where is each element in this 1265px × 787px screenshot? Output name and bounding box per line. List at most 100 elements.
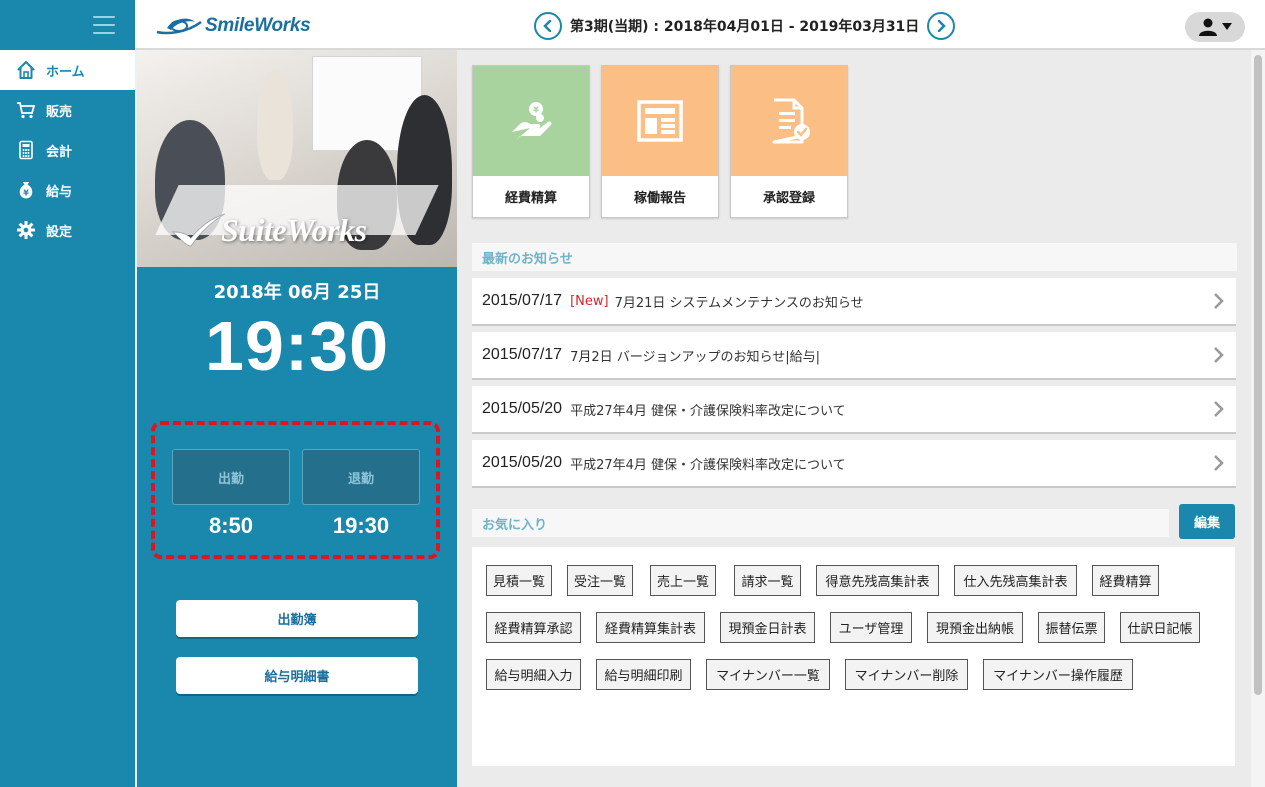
sidebar-item-label: ホーム — [46, 64, 85, 80]
sidebar-item-settings[interactable]: 設定 — [0, 210, 135, 250]
news-date: 2015/07/17 — [482, 292, 563, 309]
favorite-link[interactable]: 経費精算集計表 — [596, 612, 705, 643]
clock-in-button[interactable]: 出勤 — [172, 449, 290, 505]
next-period-button[interactable] — [927, 12, 956, 40]
attendance-panel: SuiteWorks 2018年 06月 25日 19:30 出勤 退勤 8:5… — [137, 50, 457, 787]
chevron-left-icon — [543, 20, 552, 32]
favorite-link[interactable]: 仕入先残高集計表 — [954, 565, 1077, 596]
news-date: 2015/05/20 — [482, 454, 563, 471]
brand-text: SuiteWorks — [221, 211, 367, 248]
svg-text:¥: ¥ — [23, 189, 29, 198]
tile-icon-area — [731, 66, 847, 176]
office-photo: SuiteWorks — [137, 50, 457, 267]
person-shape — [257, 70, 293, 180]
new-badge: [New] — [570, 293, 609, 309]
cart-icon — [15, 99, 37, 121]
favorite-link[interactable]: マイナンバー操作履歴 — [983, 659, 1133, 690]
chevron-right-icon — [938, 20, 947, 32]
tile-label: 稼働報告 — [633, 191, 686, 206]
favorite-link[interactable]: 請求一覧 — [734, 565, 801, 596]
current-time: 19:30 — [204, 307, 390, 385]
current-date: 2018年 06月 25日 — [213, 282, 381, 303]
tile-approval-registration[interactable]: 承認登録 — [730, 65, 848, 218]
hand-coin-icon: ¥ — [512, 102, 552, 140]
home-icon — [15, 59, 37, 81]
document-check-icon — [772, 98, 810, 144]
chevron-right-icon — [1214, 293, 1224, 309]
svg-text:¥: ¥ — [533, 106, 539, 115]
sidebar-item-label: 会計 — [46, 144, 73, 160]
favorites-heading: お気に入り — [472, 509, 1169, 537]
news-title: 7月21日 システムメンテナンスのお知らせ — [614, 295, 864, 311]
sidebar-item-home[interactable]: ホーム — [0, 50, 135, 90]
suiteworks-brand: SuiteWorks — [169, 210, 367, 250]
app-logo[interactable]: SmileWorks — [155, 12, 311, 40]
sidebar-item-payroll[interactable]: ¥ 給与 — [0, 170, 135, 210]
logo-text: SmileWorks — [205, 15, 311, 36]
clock-out-time: 19:30 — [332, 513, 390, 538]
scrollbar-thumb[interactable] — [1254, 55, 1262, 695]
favorite-link[interactable]: 経費精算 — [1092, 565, 1159, 596]
news-title: 7月2日 バージョンアップのお知らせ|給与| — [570, 349, 820, 365]
tile-expense-settlement[interactable]: ¥ 経費精算 — [472, 65, 590, 218]
fiscal-period-label: 第3期(当期) : 2018年04月01日 - 2019年03月31日 — [570, 19, 920, 35]
sidebar-item-label: 給与 — [46, 184, 73, 200]
sidebar-item-label: 設定 — [46, 224, 73, 240]
favorites-panel: 見積一覧 受注一覧 売上一覧 請求一覧 得意先残高集計表 仕入先残高集計表 経費… — [472, 547, 1235, 766]
news-item[interactable]: 2015/07/17 7月2日 バージョンアップのお知らせ|給与| — [472, 332, 1236, 380]
favorite-link[interactable]: マイナンバー一覧 — [706, 659, 830, 690]
scrollbar[interactable] — [1251, 50, 1265, 787]
clock-in-time: 8:50 — [208, 513, 254, 538]
favorite-link[interactable]: 得意先残高集計表 — [816, 565, 939, 596]
tile-work-report[interactable]: 稼働報告 — [601, 65, 719, 218]
sidebar-item-accounting[interactable]: 会計 — [0, 130, 135, 170]
favorite-link[interactable]: 仕訳日記帳 — [1120, 612, 1200, 643]
smileworks-logo-icon — [156, 18, 202, 35]
chevron-right-icon — [1214, 455, 1224, 471]
main-content: ¥ 経費精算 稼働報告 承認登録 最新のお知らせ 2015/07/17 [New… — [457, 50, 1251, 787]
attendance-record-button[interactable]: 出勤簿 — [176, 600, 418, 637]
news-item[interactable]: 2015/05/20 平成27年4月 健保・介護保険料率改定について — [472, 440, 1236, 488]
favorite-link[interactable]: 売上一覧 — [650, 565, 716, 596]
sidebar-item-label: 販売 — [46, 104, 73, 120]
favorite-link[interactable]: 現預金出納帳 — [927, 612, 1023, 643]
previous-period-button[interactable] — [534, 12, 562, 40]
payslip-button[interactable]: 給与明細書 — [176, 657, 418, 694]
money-bag-icon: ¥ — [15, 179, 37, 201]
edit-favorites-button[interactable]: 編集 — [1179, 504, 1235, 539]
top-bar: SmileWorks 第3期(当期) : 2018年04月01日 - 2019年… — [0, 0, 1265, 50]
news-title: 平成27年4月 健保・介護保険料率改定について — [570, 457, 846, 473]
hamburger-icon[interactable] — [93, 16, 115, 34]
menu-toggle-button[interactable] — [0, 0, 135, 50]
clock-out-button[interactable]: 退勤 — [302, 449, 420, 505]
favorite-link[interactable]: マイナンバー削除 — [845, 659, 968, 690]
favorite-link[interactable]: 現預金日計表 — [720, 612, 815, 643]
user-icon — [1199, 18, 1232, 36]
tile-icon-area — [602, 66, 718, 176]
favorite-link[interactable]: 給与明細入力 — [486, 659, 581, 690]
clock-in-out-highlight: 出勤 退勤 8:50 19:30 — [151, 421, 440, 559]
user-menu-button[interactable] — [1185, 12, 1245, 42]
news-heading: 最新のお知らせ — [472, 243, 1237, 271]
calculator-icon — [15, 139, 37, 161]
suiteworks-logo-icon — [171, 213, 226, 247]
news-title: 平成27年4月 健保・介護保険料率改定について — [570, 403, 846, 419]
favorite-link[interactable]: 給与明細印刷 — [596, 659, 691, 690]
favorite-link[interactable]: ユーザ管理 — [830, 612, 912, 643]
chevron-right-icon — [1214, 347, 1224, 363]
favorite-link[interactable]: 受注一覧 — [567, 565, 633, 596]
fiscal-period-switcher: 第3期(当期) : 2018年04月01日 - 2019年03月31日 — [534, 12, 956, 40]
news-date: 2015/05/20 — [482, 400, 563, 417]
favorite-link[interactable]: 見積一覧 — [486, 565, 552, 596]
report-icon — [637, 100, 683, 142]
favorite-link[interactable]: 経費精算承認 — [486, 612, 581, 643]
favorite-link[interactable]: 振替伝票 — [1038, 612, 1105, 643]
sidebar: ホーム 販売 会計 ¥ 給与 設定 — [0, 50, 135, 787]
news-date: 2015/07/17 — [482, 346, 563, 363]
tile-label: 承認登録 — [762, 191, 815, 206]
gear-icon — [15, 219, 37, 241]
news-item[interactable]: 2015/07/17 [New] 7月21日 システムメンテナンスのお知らせ — [472, 278, 1236, 326]
tile-icon-area: ¥ — [473, 66, 589, 176]
news-item[interactable]: 2015/05/20 平成27年4月 健保・介護保険料率改定について — [472, 386, 1236, 434]
sidebar-item-sales[interactable]: 販売 — [0, 90, 135, 130]
